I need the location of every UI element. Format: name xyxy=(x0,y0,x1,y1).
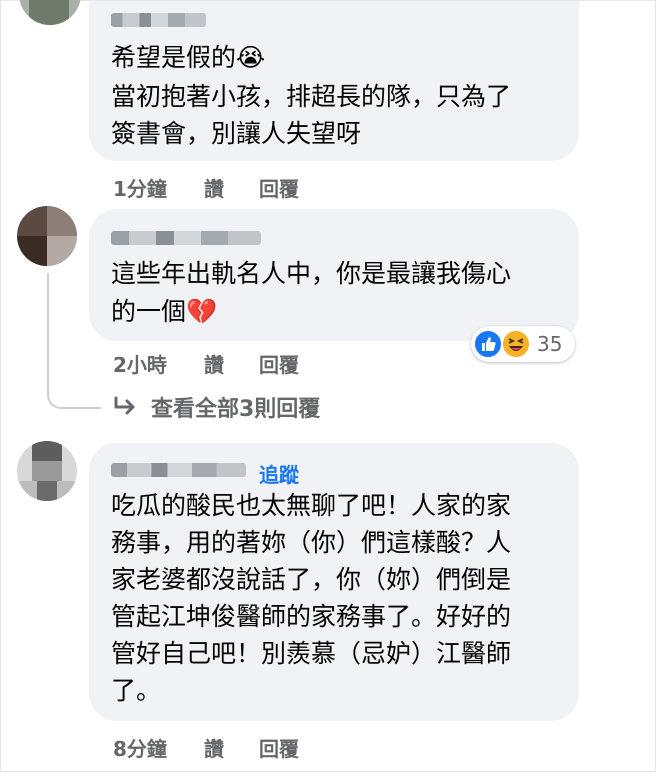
comment-text-line: 家老婆都沒說話了，你（妳）們倒是 xyxy=(111,565,512,594)
reply-arrow-icon xyxy=(114,396,135,415)
follow-button[interactable]: 追蹤 xyxy=(259,459,299,488)
comment-text-line: 務事，用的著妳（你）們這樣酸？人 xyxy=(111,528,512,557)
comment-text-line: 了。 xyxy=(111,676,162,705)
comment-text-line: 當初抱著小孩，排超長的隊，只為了 xyxy=(111,82,512,111)
comment-text-line: 吃瓜的酸民也太無聊了吧！人家的家 xyxy=(111,491,512,520)
reply-button[interactable]: 回覆 xyxy=(259,349,299,378)
reaction-summary[interactable]: 35 xyxy=(471,326,575,362)
comment-time[interactable]: 1分鐘 xyxy=(113,173,167,202)
reply-button[interactable]: 回覆 xyxy=(259,733,299,762)
comment-time[interactable]: 2小時 xyxy=(113,349,167,378)
comment-bubble: 希望是假的😭 當初抱著小孩，排超長的隊，只為了 簽書會，別讓人失望呀 xyxy=(89,1,579,161)
like-button[interactable]: 讚 xyxy=(204,173,224,202)
view-replies-label[interactable]: 查看全部3則回覆 xyxy=(151,391,320,423)
comment-text-line: 的一個💔 xyxy=(111,297,218,326)
reaction-count: 35 xyxy=(537,332,563,356)
like-reaction-icon xyxy=(473,329,503,359)
comment-text-line: 簽書會，別讓人失望呀 xyxy=(111,119,362,148)
comment-actions: 1分鐘 讚 回覆 xyxy=(113,173,413,202)
avatar[interactable] xyxy=(17,441,77,501)
comment-actions: 2小時 讚 回覆 xyxy=(113,349,413,378)
reply-button[interactable]: 回覆 xyxy=(259,173,299,202)
comment-bubble: 這些年出軌名人中，你是最讓我傷心 的一個💔 xyxy=(89,209,579,341)
comment-bubble: 追蹤 吃瓜的酸民也太無聊了吧！人家的家 務事，用的著妳（你）們這樣酸？人 家老婆… xyxy=(89,443,579,721)
like-button[interactable]: 讚 xyxy=(204,733,224,762)
broken-heart-icon: 💔 xyxy=(186,297,218,326)
avatar[interactable] xyxy=(17,206,77,266)
commenter-name[interactable] xyxy=(111,463,246,477)
comment-text-line: 這些年出軌名人中，你是最讓我傷心 xyxy=(111,259,512,288)
commenter-name[interactable] xyxy=(111,231,261,245)
comment-text-line: 管好自己吧！別羨慕（忌妒）江醫師 xyxy=(111,639,512,668)
comment-actions: 8分鐘 讚 回覆 xyxy=(113,733,413,762)
crying-emoji-icon: 😭 xyxy=(236,43,266,72)
avatar[interactable] xyxy=(19,0,81,25)
comment-text-line: 管起江坤俊醫師的家務事了。好好的 xyxy=(111,602,512,631)
haha-reaction-icon xyxy=(501,329,531,359)
comment-time[interactable]: 8分鐘 xyxy=(113,733,167,762)
commenter-name[interactable] xyxy=(111,13,206,27)
view-replies-link[interactable]: 查看全部3則回覆 xyxy=(111,391,371,423)
like-button[interactable]: 讚 xyxy=(204,349,224,378)
comment-text-line: 希望是假的😭 xyxy=(111,43,266,72)
